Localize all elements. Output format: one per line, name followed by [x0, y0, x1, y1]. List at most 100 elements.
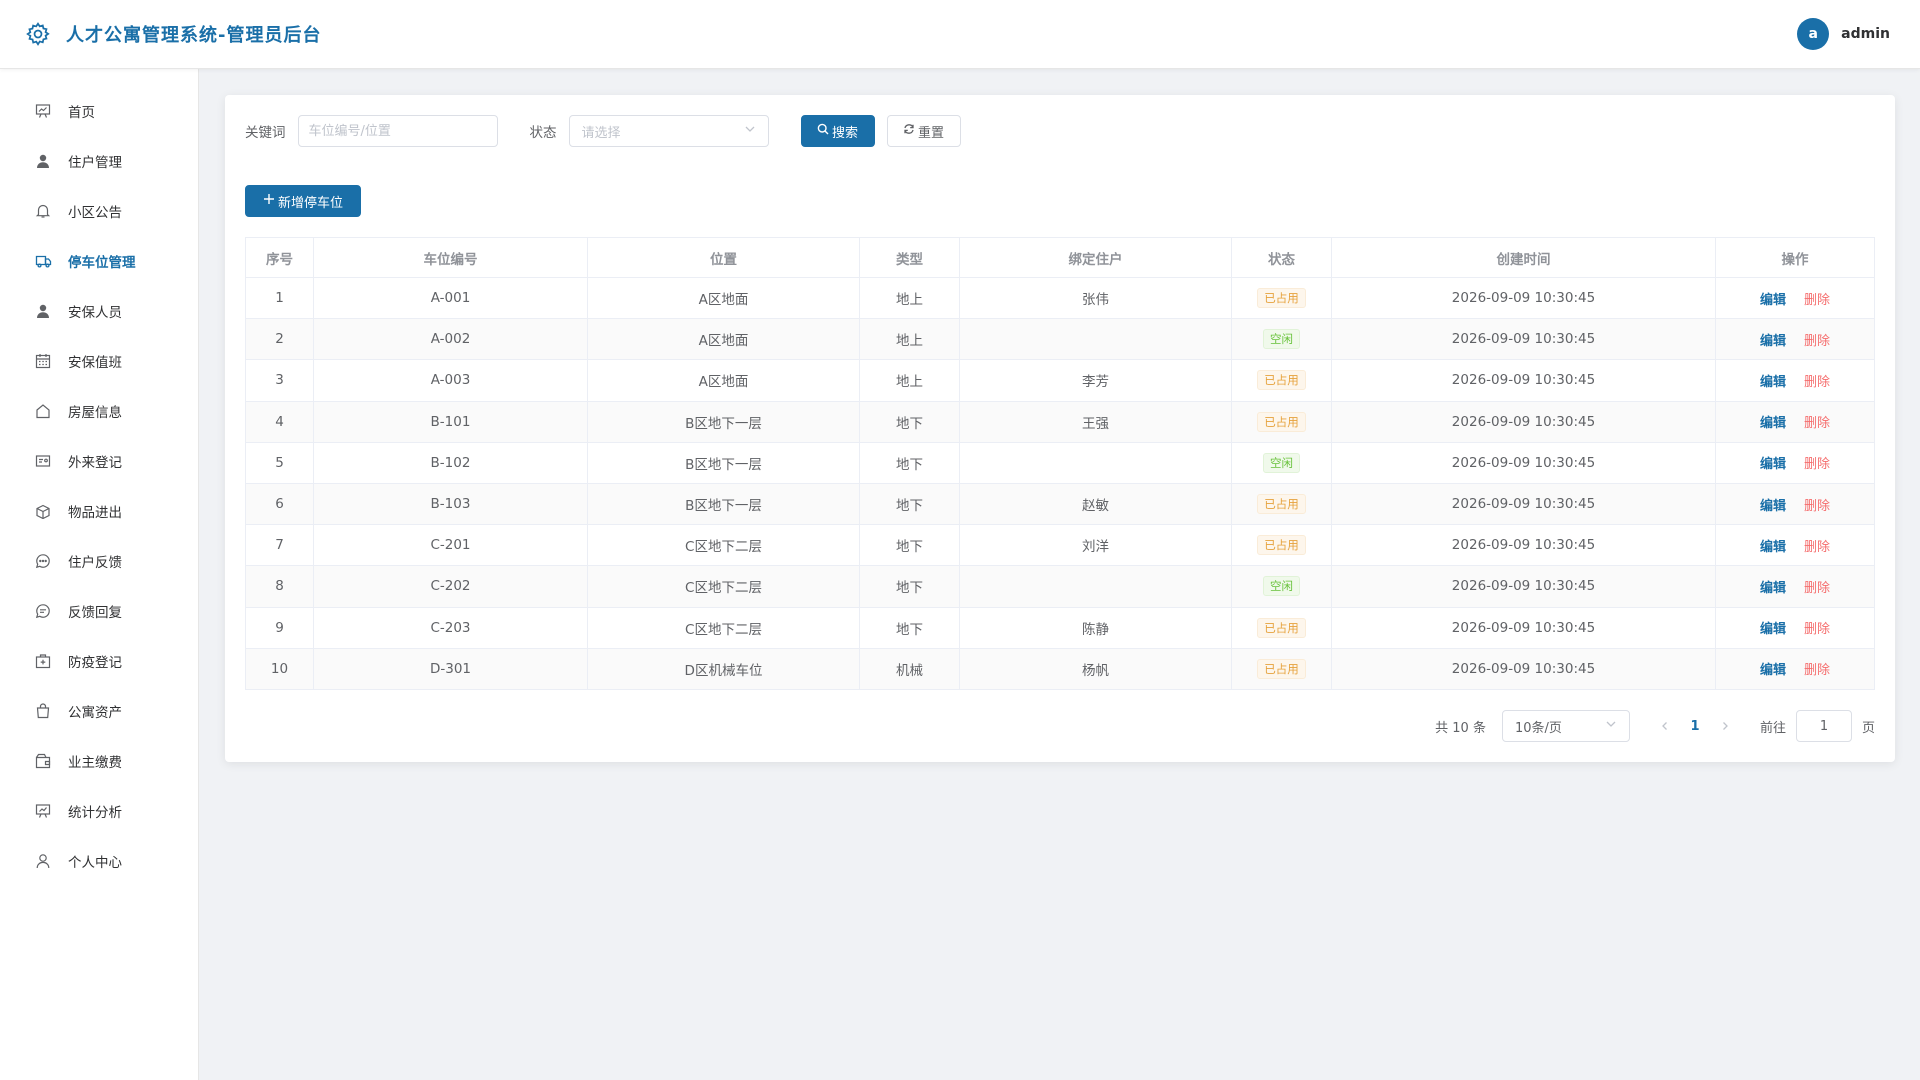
- status-select[interactable]: 请选择: [568, 115, 769, 147]
- cell-location: A区地面: [588, 278, 860, 319]
- cell-index: 6: [246, 483, 314, 525]
- delete-button[interactable]: 删除: [1804, 577, 1830, 596]
- add-parking-button-label: 新增停车位: [277, 195, 343, 211]
- sidebar-item[interactable]: 安保值班: [0, 336, 198, 386]
- sidebar-item[interactable]: 停车位管理: [0, 236, 198, 286]
- sidebar-item-label: 公寓资产: [68, 705, 122, 721]
- table-row: 5 B-102 B区地下一层 地下 空闲 2026-09-09 10:30:45 编辑 删除: [246, 442, 1874, 484]
- sidebar-item[interactable]: 安保人员: [0, 286, 198, 336]
- delete-button[interactable]: 删除: [1804, 453, 1830, 472]
- sidebar-item[interactable]: 房屋信息: [0, 386, 198, 436]
- edit-button[interactable]: 编辑: [1760, 659, 1786, 678]
- table-row: 4 B-101 B区地下一层 地下 王强 已占用 2026-09-09 10:30:45 编辑…: [246, 401, 1874, 443]
- sidebar-item[interactable]: 物品进出: [0, 486, 198, 536]
- cell-actions: 编辑 删除: [1716, 484, 1874, 524]
- cell-status: 已占用: [1232, 278, 1332, 319]
- cell-resident: [960, 566, 1232, 607]
- prev-page-icon[interactable]: [1650, 712, 1680, 740]
- pagination-total: 共 10 条: [1435, 720, 1486, 736]
- sidebar-item[interactable]: 首页: [0, 86, 198, 136]
- app-title: 人才公寓管理系统-管理员后台: [66, 25, 322, 46]
- pagination: 共 10 条 10条/页 1 前往 1 页: [1435, 710, 1875, 742]
- keyword-label: 关键词: [245, 125, 286, 141]
- sidebar-item-label: 安保人员: [68, 305, 122, 321]
- cell-status: 已占用: [1232, 360, 1332, 401]
- edit-button[interactable]: 编辑: [1760, 371, 1786, 390]
- keyword-input[interactable]: [297, 115, 498, 147]
- cell-actions: 编辑 删除: [1716, 649, 1874, 689]
- table-row: 2 A-002 A区地面 地上 空闲 2026-09-09 10:30:45 编辑 删除: [246, 319, 1874, 361]
- cell-created: 2026-09-09 10:30:45: [1332, 442, 1716, 483]
- edit-button[interactable]: 编辑: [1760, 330, 1786, 349]
- table-row: 10 D-301 D区机械车位 机械 杨帆 已占用 2026-09-09 10:30:45 编…: [246, 648, 1874, 690]
- cell-created: 2026-09-09 10:30:45: [1332, 483, 1716, 525]
- sidebar-item[interactable]: 统计分析: [0, 786, 198, 836]
- sidebar-item-label: 个人中心: [68, 855, 122, 871]
- cell-index: 3: [246, 360, 314, 401]
- delete-button[interactable]: 删除: [1804, 412, 1830, 431]
- reset-button[interactable]: 重置: [886, 115, 961, 147]
- edit-button[interactable]: 编辑: [1760, 577, 1786, 596]
- cell-index: 5: [246, 442, 314, 483]
- col-header-resident: 绑定住户: [960, 238, 1232, 277]
- sidebar-item[interactable]: 住户管理: [0, 136, 198, 186]
- goto-page-input[interactable]: 1: [1795, 710, 1852, 742]
- search-button[interactable]: 搜索: [800, 115, 875, 147]
- edit-button[interactable]: 编辑: [1760, 289, 1786, 308]
- add-parking-button[interactable]: 新增停车位: [245, 185, 361, 217]
- chevron-down-icon: [1605, 718, 1617, 734]
- status-badge: 已占用: [1257, 617, 1306, 638]
- delete-button[interactable]: 删除: [1804, 289, 1830, 308]
- cell-type: 地下: [860, 566, 960, 607]
- avatar[interactable]: a: [1797, 18, 1830, 50]
- cell-type: 地下: [860, 401, 960, 442]
- cell-status: 空闲: [1232, 566, 1332, 607]
- edit-button[interactable]: 编辑: [1760, 453, 1786, 472]
- delete-button[interactable]: 删除: [1804, 618, 1830, 637]
- cell-index: 4: [246, 401, 314, 442]
- edit-button[interactable]: 编辑: [1760, 618, 1786, 637]
- user-filled-icon: [34, 302, 52, 320]
- cell-resident: 李芳: [960, 360, 1232, 401]
- delete-button[interactable]: 删除: [1804, 371, 1830, 390]
- cell-actions: 编辑 删除: [1716, 566, 1874, 606]
- status-badge: 已占用: [1257, 411, 1306, 432]
- user-filled-icon: [34, 152, 52, 170]
- cell-resident: [960, 319, 1232, 360]
- sidebar-item[interactable]: 住户反馈: [0, 536, 198, 586]
- sidebar-item[interactable]: 个人中心: [0, 836, 198, 886]
- cell-location: B区地下一层: [588, 483, 860, 525]
- edit-button[interactable]: 编辑: [1760, 495, 1786, 514]
- edit-button[interactable]: 编辑: [1760, 412, 1786, 431]
- delete-button[interactable]: 删除: [1804, 330, 1830, 349]
- cell-code: A-002: [314, 319, 588, 360]
- sidebar-item[interactable]: 防疫登记: [0, 636, 198, 686]
- cell-type: 地下: [860, 442, 960, 483]
- cell-location: C区地下二层: [588, 525, 860, 566]
- delete-button[interactable]: 删除: [1804, 536, 1830, 555]
- delete-button[interactable]: 删除: [1804, 659, 1830, 678]
- cell-location: A区地面: [588, 360, 860, 401]
- sidebar-item[interactable]: 业主缴费: [0, 736, 198, 786]
- page-size-select[interactable]: 10条/页: [1501, 710, 1630, 742]
- user-menu[interactable]: a admin: [1797, 18, 1890, 50]
- next-page-icon[interactable]: [1710, 712, 1740, 740]
- page-number-current[interactable]: 1: [1680, 712, 1710, 740]
- sidebar-item-label: 住户管理: [68, 155, 122, 171]
- van-icon: [34, 252, 52, 270]
- sidebar-item[interactable]: 小区公告: [0, 186, 198, 236]
- col-header-type: 类型: [860, 238, 960, 277]
- sidebar-item[interactable]: 反馈回复: [0, 586, 198, 636]
- cell-code: C-201: [314, 525, 588, 566]
- edit-button[interactable]: 编辑: [1760, 536, 1786, 555]
- cell-status: 空闲: [1232, 319, 1332, 360]
- sidebar-item[interactable]: 公寓资产: [0, 686, 198, 736]
- cell-created: 2026-09-09 10:30:45: [1332, 607, 1716, 648]
- house-icon: [34, 402, 52, 420]
- main-card: 关键词 状态 请选择 搜索 重置 新增停车位: [225, 95, 1895, 762]
- sidebar-item[interactable]: 外来登记: [0, 436, 198, 486]
- username[interactable]: admin: [1841, 26, 1890, 42]
- status-select-placeholder: 请选择: [581, 125, 621, 141]
- delete-button[interactable]: 删除: [1804, 495, 1830, 514]
- col-header-location: 位置: [588, 238, 860, 277]
